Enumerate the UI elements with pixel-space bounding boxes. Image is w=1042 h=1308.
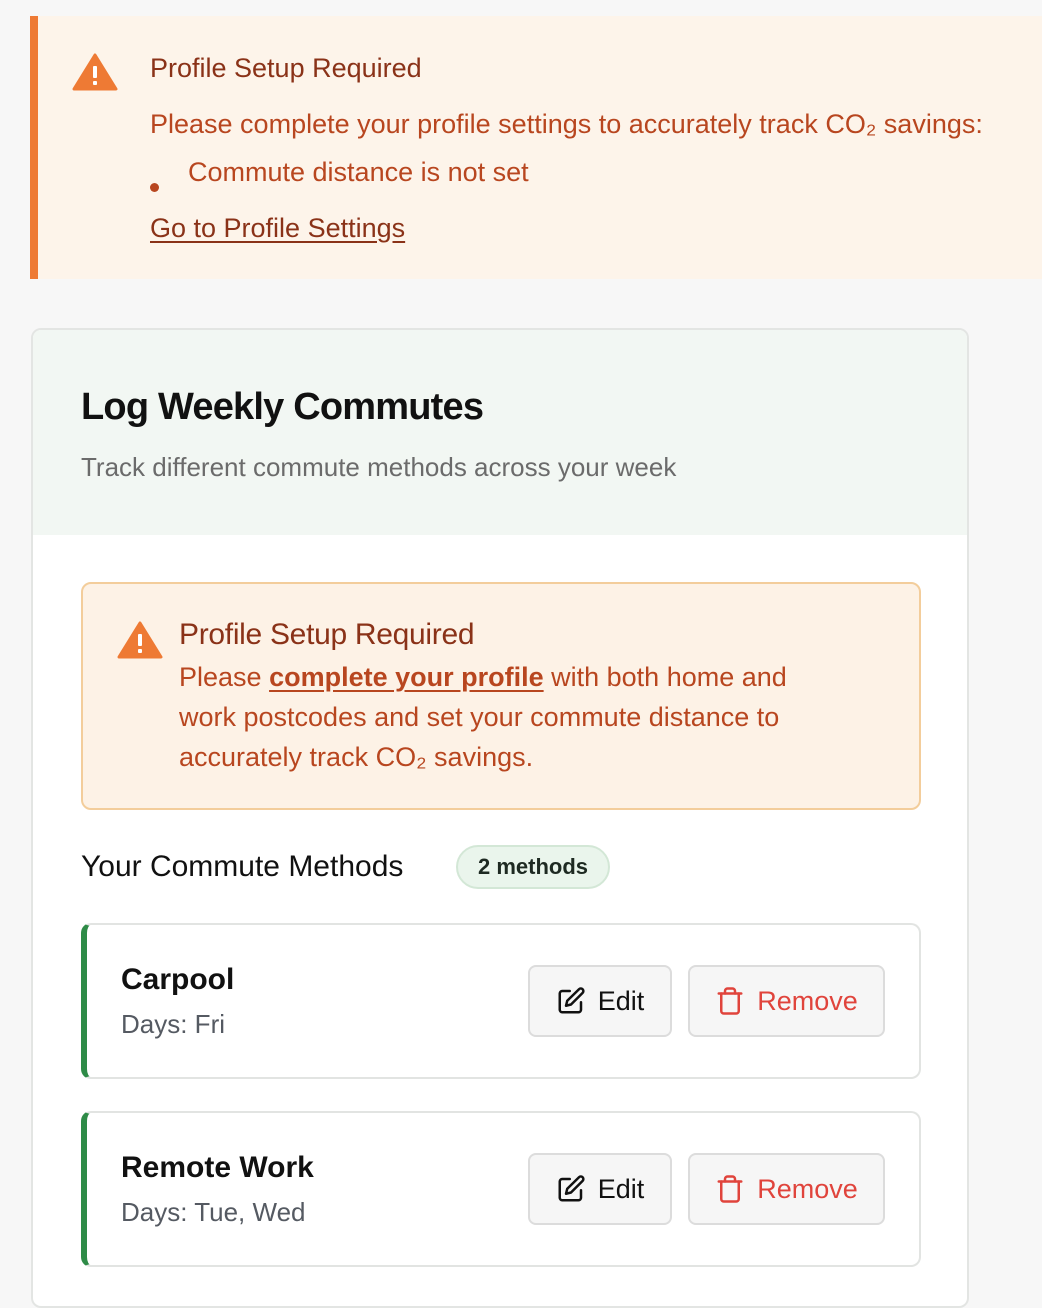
banner-issue-item: Commute distance is not set: [188, 157, 529, 187]
edit-button-label: Edit: [597, 985, 645, 1016]
card-title: Log Weekly Commutes: [81, 386, 484, 428]
alert-text-line: accurately track CO₂ savings.: [179, 742, 534, 772]
profile-setup-banner: Profile Setup Required Please complete y…: [30, 16, 1042, 279]
edit-button[interactable]: Edit: [528, 1153, 672, 1225]
method-days: Days: Tue, Wed: [121, 1197, 306, 1227]
profile-setup-alert: Profile Setup Required Please complete y…: [81, 582, 921, 810]
alert-text-prefix: Please: [179, 662, 270, 692]
commute-methods-heading: Your Commute Methods: [81, 850, 404, 883]
commute-method-item: Carpool Days: Fri Edit Remove: [81, 923, 921, 1079]
method-name: Carpool: [121, 963, 235, 996]
method-days: Days: Fri: [121, 1009, 225, 1039]
commute-method-item: Remote Work Days: Tue, Wed Edit Remove: [81, 1111, 921, 1267]
warning-triangle-icon: [72, 53, 118, 91]
edit-icon: [558, 1175, 585, 1202]
banner-description: Please complete your profile settings to…: [150, 109, 983, 139]
alert-text-line: Please complete your profile with both h…: [179, 662, 787, 693]
card-header: Log Weekly Commutes Track different comm…: [33, 330, 967, 535]
remove-button[interactable]: Remove: [688, 1153, 885, 1225]
method-name: Remote Work: [121, 1151, 314, 1184]
alert-title: Profile Setup Required: [179, 618, 475, 651]
alert-text-line: work postcodes and set your commute dist…: [179, 702, 780, 732]
bullet-dot: [150, 183, 159, 192]
remove-button-label: Remove: [757, 985, 858, 1016]
go-to-profile-settings-link[interactable]: Go to Profile Settings: [150, 213, 405, 244]
methods-count-badge: 2 methods: [456, 845, 611, 889]
remove-button[interactable]: Remove: [688, 965, 885, 1037]
log-weekly-commutes-card: Log Weekly Commutes Track different comm…: [31, 328, 969, 1308]
edit-icon: [558, 987, 585, 1014]
trash-icon: [717, 1175, 743, 1203]
remove-button-label: Remove: [757, 1173, 858, 1204]
banner-title: Profile Setup Required: [150, 53, 422, 83]
edit-button-label: Edit: [597, 1173, 645, 1204]
card-subtitle: Track different commute methods across y…: [81, 452, 677, 482]
warning-triangle-icon: [117, 621, 163, 659]
complete-your-profile-link[interactable]: complete your profile: [269, 662, 544, 692]
edit-button[interactable]: Edit: [528, 965, 672, 1037]
alert-text-suffix: with both home and: [543, 662, 787, 692]
trash-icon: [717, 987, 743, 1015]
